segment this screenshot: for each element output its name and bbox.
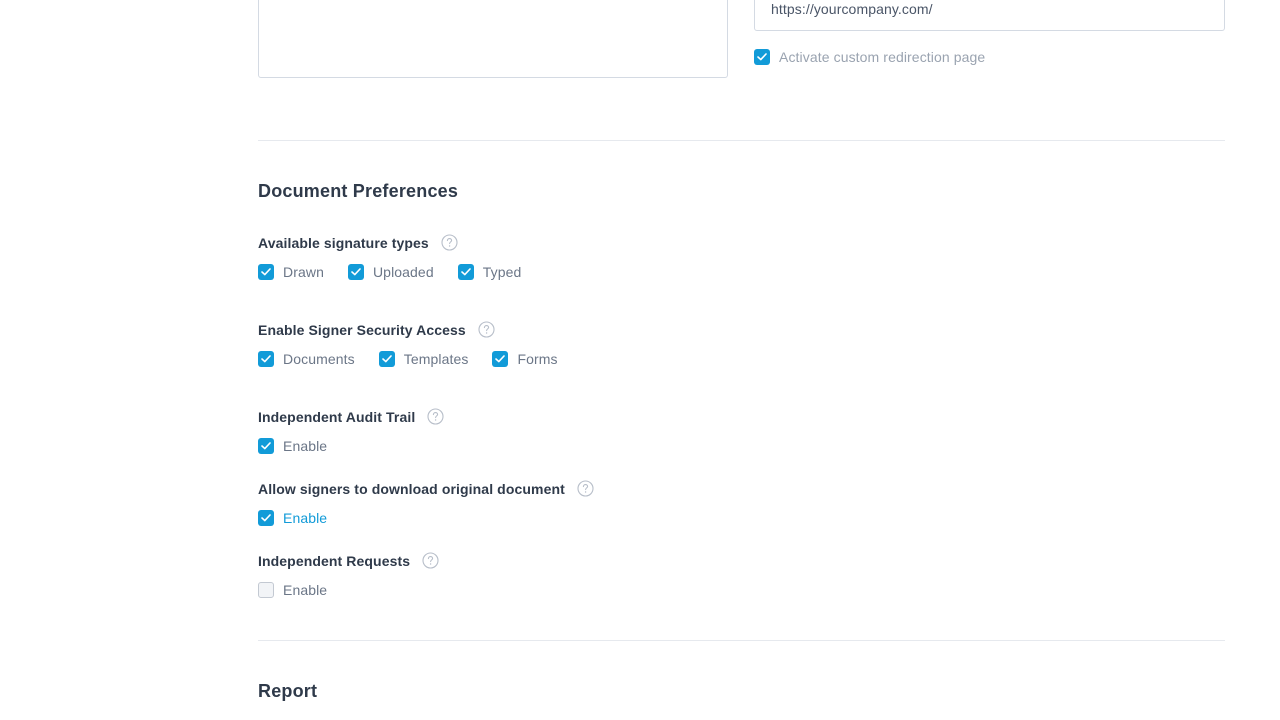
typed-label: Typed: [482, 264, 522, 280]
activate-redirect-label: Activate custom redirection page: [779, 49, 986, 65]
signature-type-uploaded[interactable]: Uploaded: [347, 264, 434, 280]
signature-types-options: Drawn Uploaded Typed: [258, 264, 545, 280]
help-circle-icon[interactable]: [427, 408, 444, 425]
signer-security-label: Enable Signer Security Access: [258, 321, 495, 338]
independent-requests-label: Independent Requests: [258, 552, 439, 569]
section-divider: [258, 140, 1225, 141]
activate-redirect-checkbox[interactable]: [754, 49, 770, 65]
forms-label: Forms: [517, 351, 558, 367]
signer-security-options: Documents Templates Forms: [258, 351, 582, 367]
documents-checkbox[interactable]: [258, 351, 274, 367]
check-icon: [261, 268, 271, 276]
check-icon: [495, 355, 506, 363]
independent-requests-enable-label: Enable: [283, 582, 328, 598]
help-circle-icon[interactable]: [577, 480, 594, 497]
report-title: Report: [258, 681, 318, 701]
audit-trail-enable[interactable]: Enable: [258, 438, 327, 454]
download-original-enable[interactable]: Enable: [258, 510, 327, 526]
independent-requests-label-text: Independent Requests: [258, 552, 411, 569]
uploaded-label: Uploaded: [372, 264, 434, 280]
redirect-url-value: https://yourcompany.com/: [771, 1, 933, 17]
section-divider: [258, 640, 1225, 641]
document-preferences-title: Document Preferences: [258, 181, 459, 201]
settings-page: https://yourcompany.com/ Activate custom…: [0, 0, 1280, 720]
check-icon: [261, 442, 271, 450]
security-templates[interactable]: Templates: [378, 351, 469, 367]
signature-type-typed[interactable]: Typed: [457, 264, 522, 280]
check-icon: [381, 355, 392, 363]
uploaded-checkbox[interactable]: [347, 264, 364, 280]
drawn-label: Drawn: [283, 264, 324, 280]
typed-checkbox[interactable]: [457, 264, 474, 280]
help-circle-icon[interactable]: [422, 552, 439, 569]
download-original-label-text: Allow signers to download original docum…: [258, 480, 565, 497]
activate-redirect-row[interactable]: Activate custom redirection page: [754, 49, 985, 65]
drawn-checkbox[interactable]: [258, 264, 274, 280]
check-icon: [460, 268, 471, 276]
security-forms[interactable]: Forms: [492, 351, 558, 367]
audit-trail-options: Enable: [258, 438, 351, 454]
documents-label: Documents: [283, 351, 355, 367]
check-icon: [261, 514, 271, 522]
security-documents[interactable]: Documents: [258, 351, 355, 367]
signature-types-label-text: Available signature types: [258, 234, 429, 251]
independent-requests-enable[interactable]: Enable: [258, 582, 327, 598]
check-icon: [261, 355, 271, 363]
check-icon: [351, 268, 361, 276]
audit-trail-label-text: Independent Audit Trail: [258, 408, 416, 425]
download-original-enable-label: Enable: [283, 510, 328, 526]
audit-trail-label: Independent Audit Trail: [258, 408, 444, 425]
signer-security-label-text: Enable Signer Security Access: [258, 321, 466, 338]
redirect-url-input[interactable]: https://yourcompany.com/: [754, 0, 1225, 31]
message-textarea[interactable]: [258, 0, 728, 78]
signature-type-drawn[interactable]: Drawn: [258, 264, 324, 280]
templates-checkbox[interactable]: [378, 351, 395, 367]
audit-trail-checkbox[interactable]: [258, 438, 274, 454]
audit-trail-enable-label: Enable: [283, 438, 328, 454]
download-original-options: Enable: [258, 510, 351, 526]
help-circle-icon[interactable]: [441, 234, 458, 251]
independent-requests-checkbox[interactable]: [258, 582, 274, 598]
independent-requests-options: Enable: [258, 582, 351, 598]
download-original-checkbox[interactable]: [258, 510, 274, 526]
templates-label: Templates: [403, 351, 469, 367]
forms-checkbox[interactable]: [492, 351, 509, 367]
signature-types-label: Available signature types: [258, 234, 458, 251]
check-icon: [757, 53, 767, 61]
help-circle-icon[interactable]: [478, 321, 495, 338]
download-original-label: Allow signers to download original docum…: [258, 480, 594, 497]
